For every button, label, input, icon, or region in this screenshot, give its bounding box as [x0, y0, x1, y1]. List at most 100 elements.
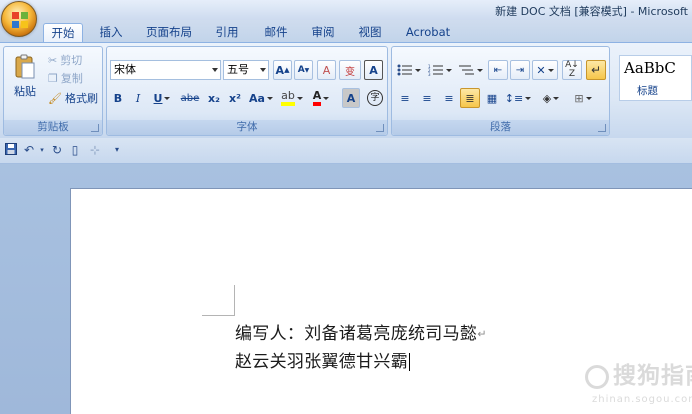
- line-spacing-button[interactable]: ↕≡: [505, 88, 532, 108]
- text-cursor: [409, 353, 410, 371]
- bold-button[interactable]: B: [110, 88, 126, 108]
- clipboard-group-label: 剪贴板: [4, 120, 102, 135]
- chevron-down-icon: [446, 68, 452, 72]
- save-icon[interactable]: [4, 143, 18, 157]
- tab-review[interactable]: 审阅: [303, 23, 343, 42]
- copy-button[interactable]: ❐ 复制: [48, 69, 83, 87]
- chevron-down-icon: [553, 96, 560, 100]
- office-logo-icon: [12, 12, 28, 28]
- style-name: 标题: [637, 85, 658, 97]
- multilevel-list-button[interactable]: [457, 60, 485, 80]
- font-color-button[interactable]: A: [308, 88, 334, 108]
- pilcrow-icon: ↵: [590, 63, 602, 77]
- font-size-combo[interactable]: 五号: [223, 60, 269, 80]
- tab-page-layout[interactable]: 页面布局: [140, 23, 198, 42]
- enclose-icon: 字: [367, 90, 383, 106]
- document-page[interactable]: 编写人：刘备诸葛亮庞统司马懿↵ 赵云关羽张翼德甘兴霸 搜狗指南 zhinan.s…: [70, 188, 692, 414]
- chevron-down-icon: [296, 96, 303, 100]
- chevron-down-icon: [525, 96, 532, 100]
- new-document-icon[interactable]: ▯: [68, 143, 82, 157]
- chevron-down-icon: [323, 96, 330, 100]
- chevron-down-icon: [164, 96, 171, 100]
- draw-table-icon[interactable]: ⊹: [88, 143, 102, 157]
- distributed-icon: ▦: [486, 91, 498, 105]
- chevron-down-icon: [415, 68, 421, 72]
- show-hide-marks-button[interactable]: ↵: [586, 60, 606, 80]
- bullets-button[interactable]: [395, 60, 423, 80]
- subscript-button[interactable]: x₂: [205, 88, 223, 108]
- font-dialog-launcher[interactable]: [376, 124, 384, 132]
- tab-home[interactable]: 开始: [43, 23, 83, 42]
- font-group-label: 字体: [107, 120, 387, 135]
- sort-button[interactable]: A↓ Z: [562, 60, 582, 80]
- highlighter-icon: ab: [281, 90, 295, 106]
- title-bar: 新建 DOC 文档 [兼容模式] - Microsoft: [0, 0, 692, 20]
- chinese-layout-button[interactable]: ✕: [532, 60, 558, 80]
- office-button[interactable]: [1, 1, 37, 37]
- format-painter-button[interactable]: 🖌 格式刷: [48, 89, 98, 107]
- tab-insert[interactable]: 插入: [92, 23, 130, 42]
- increase-indent-button[interactable]: ⇥: [510, 60, 530, 80]
- bullets-icon: [397, 64, 412, 76]
- borders-button[interactable]: ⊞: [569, 88, 597, 108]
- quick-access-toolbar: ↶ ▾ ↻ ▯ ⊹ ▾: [0, 138, 692, 164]
- paragraph-dialog-launcher[interactable]: [598, 124, 606, 132]
- character-border-button[interactable]: A: [364, 60, 383, 80]
- clear-formatting-button[interactable]: A: [317, 60, 336, 80]
- superscript-button[interactable]: x²: [226, 88, 244, 108]
- copy-icon: ❐: [48, 71, 58, 85]
- align-right-icon: ≡: [444, 91, 454, 105]
- borders-icon: ⊞: [574, 91, 584, 105]
- align-center-button[interactable]: ≡: [417, 88, 437, 108]
- align-right-button[interactable]: ≡: [439, 88, 459, 108]
- paste-label: 粘贴: [14, 85, 36, 98]
- numbering-button[interactable]: 123: [426, 60, 454, 80]
- chevron-down-icon: [212, 68, 218, 72]
- paste-button[interactable]: 粘贴: [7, 49, 43, 103]
- multilevel-list-icon: [459, 65, 474, 75]
- window-title: 新建 DOC 文档 [兼容模式] - Microsoft: [495, 5, 688, 18]
- undo-icon[interactable]: ↶: [22, 143, 36, 157]
- distributed-button[interactable]: ▦: [482, 88, 502, 108]
- justify-button[interactable]: ≣: [460, 88, 480, 108]
- strikethrough-button[interactable]: abe: [179, 88, 201, 108]
- underline-button[interactable]: U: [151, 88, 173, 108]
- enclose-characters-button[interactable]: 字: [365, 88, 385, 108]
- numbering-icon: 123: [428, 64, 443, 76]
- paragraph-mark-icon: ↵: [477, 327, 487, 341]
- increase-indent-icon: ⇥: [515, 64, 525, 76]
- character-shading-button[interactable]: A: [342, 88, 360, 108]
- shrink-font-button[interactable]: A ▼: [294, 60, 313, 80]
- grow-font-button[interactable]: A ▲: [273, 60, 292, 80]
- document-line-1[interactable]: 编写人：刘备诸葛亮庞统司马懿↵: [235, 319, 487, 344]
- redo-icon[interactable]: ↻: [50, 143, 64, 157]
- chevron-down-icon: [266, 96, 273, 100]
- highlight-button[interactable]: ab: [279, 88, 305, 108]
- italic-button[interactable]: I: [130, 88, 146, 108]
- watermark: 搜狗指南: [585, 356, 692, 390]
- phonetic-guide-button[interactable]: 变: [339, 60, 361, 80]
- style-gallery-item-heading[interactable]: AaBbC 标题: [619, 55, 692, 101]
- chevron-down-icon[interactable]: ▾: [35, 143, 49, 157]
- paragraph-group: 123 ⇤ ⇥ ✕ A↓ Z ↵ ≡ ≡ ≡ ≣ ▦ ↕≡ ◈ ⊞ 段落: [391, 46, 610, 136]
- tab-mailings[interactable]: 邮件: [256, 23, 296, 42]
- change-case-button[interactable]: Aa: [248, 88, 274, 108]
- tab-acrobat[interactable]: Acrobat: [399, 23, 457, 42]
- clipboard-dialog-launcher[interactable]: [91, 124, 99, 132]
- tab-references[interactable]: 引用: [207, 23, 247, 42]
- font-group: 宋体 五号 A ▲ A ▼ A 变 A B I U abe x₂ x² Aa ab …: [106, 46, 388, 136]
- document-line-2[interactable]: 赵云关羽张翼德甘兴霸: [235, 347, 410, 372]
- ribbon: 粘贴 ✂ 剪切 ❐ 复制 🖌 格式刷 剪贴板 宋体 五号 A ▲ A ▼ A 变 A…: [0, 42, 692, 138]
- tab-view[interactable]: 视图: [350, 23, 390, 42]
- justify-icon: ≣: [465, 91, 475, 105]
- scissors-icon: ✂: [48, 53, 58, 67]
- margin-corner-mark: [234, 285, 235, 316]
- paragraph-shading-button[interactable]: ◈: [536, 88, 566, 108]
- watermark-logo-icon: [585, 364, 609, 389]
- align-left-button[interactable]: ≡: [395, 88, 415, 108]
- customize-toolbar-icon[interactable]: ▾: [110, 143, 124, 157]
- paintbrush-icon: 🖌: [48, 91, 62, 105]
- decrease-indent-button[interactable]: ⇤: [488, 60, 508, 80]
- cut-button[interactable]: ✂ 剪切: [48, 51, 82, 69]
- font-name-combo[interactable]: 宋体: [110, 60, 221, 80]
